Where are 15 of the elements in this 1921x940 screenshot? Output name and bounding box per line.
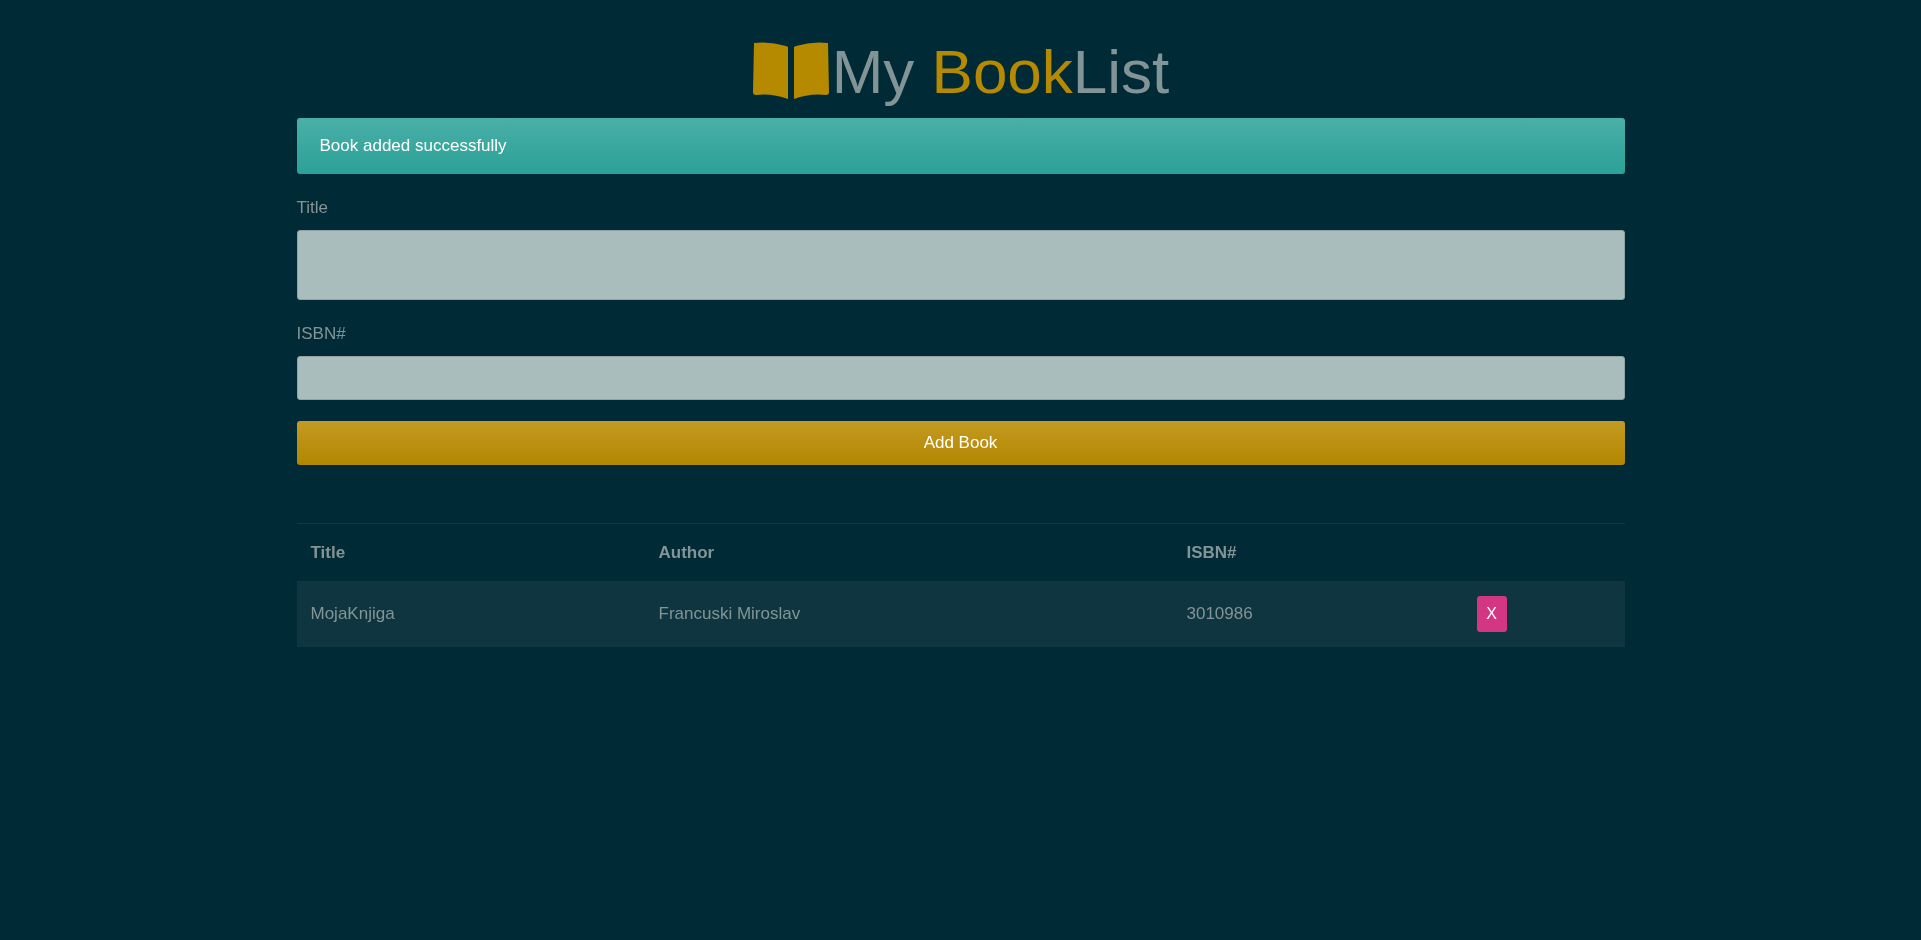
delete-button[interactable]: X (1476, 596, 1507, 632)
text-field[interactable] (296, 356, 1625, 400)
app-title: My BookList (751, 36, 1170, 106)
table-cell: MojaKnjiga (310, 604, 395, 623)
open-book-icon (751, 41, 830, 101)
table-cell: Francuski Miroslav (658, 604, 801, 623)
column-header: Title (296, 523, 645, 581)
column-header: ISBN# (1172, 523, 1463, 581)
field-label: ISBN# (296, 324, 347, 344)
add-book-button[interactable]: Add Book (296, 421, 1625, 465)
text-field[interactable] (296, 230, 1625, 300)
success-alert: Book added successfully (296, 118, 1625, 174)
field-label: Title (296, 198, 329, 218)
column-header: Author (644, 523, 1173, 581)
table-cell: 3010986 (1186, 604, 1253, 623)
